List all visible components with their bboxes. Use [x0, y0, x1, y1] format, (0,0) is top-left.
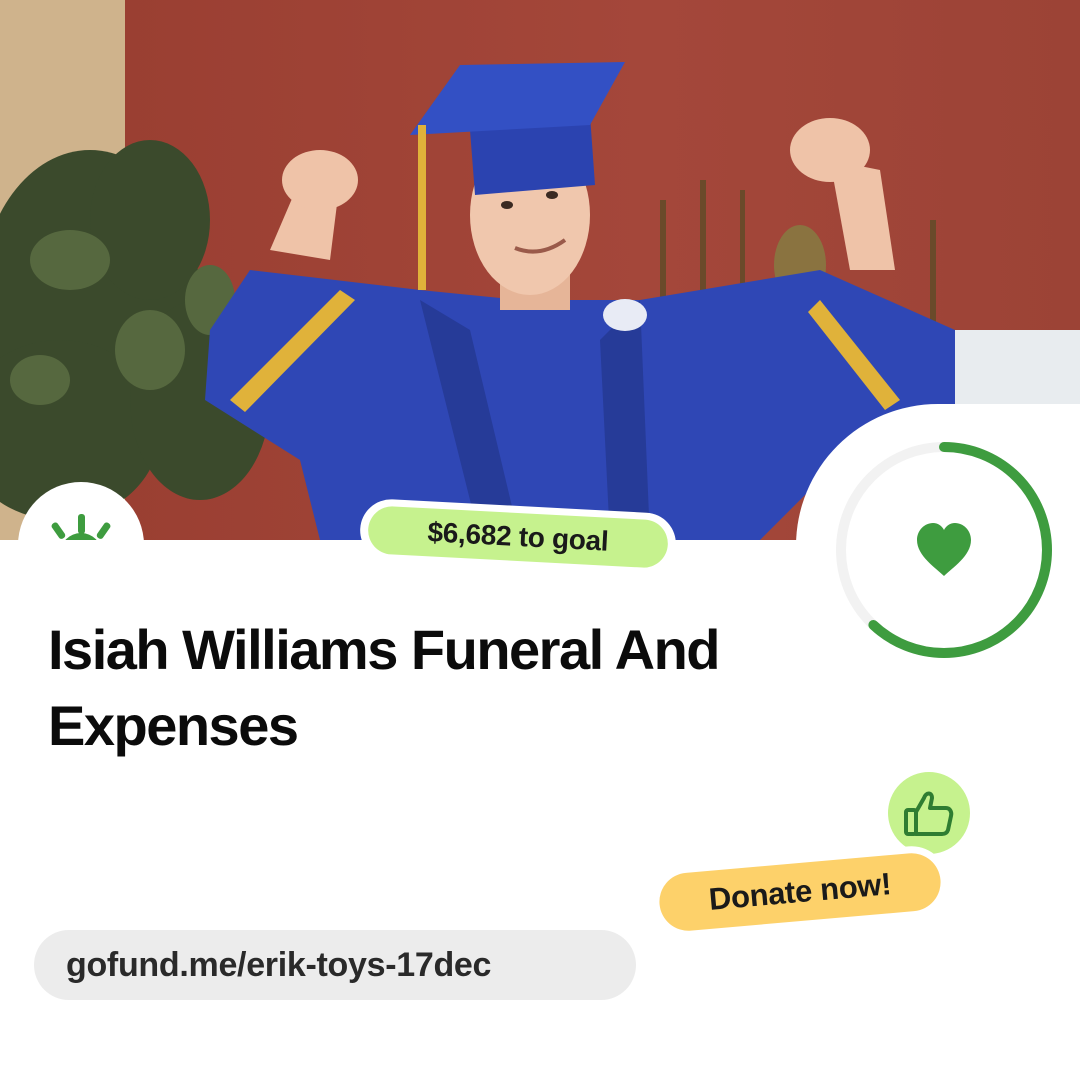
thumbs-up-badge — [882, 766, 976, 860]
campaign-url[interactable]: gofund.me/erik-toys-17dec — [34, 930, 636, 1000]
campaign-title: Isiah Williams Funeral And Expenses — [48, 618, 721, 757]
thumbs-up-icon — [904, 791, 954, 836]
heart-icon — [917, 523, 971, 576]
progress-ring — [796, 404, 1080, 694]
goal-remaining-text: $6,682 to goal — [366, 505, 670, 569]
